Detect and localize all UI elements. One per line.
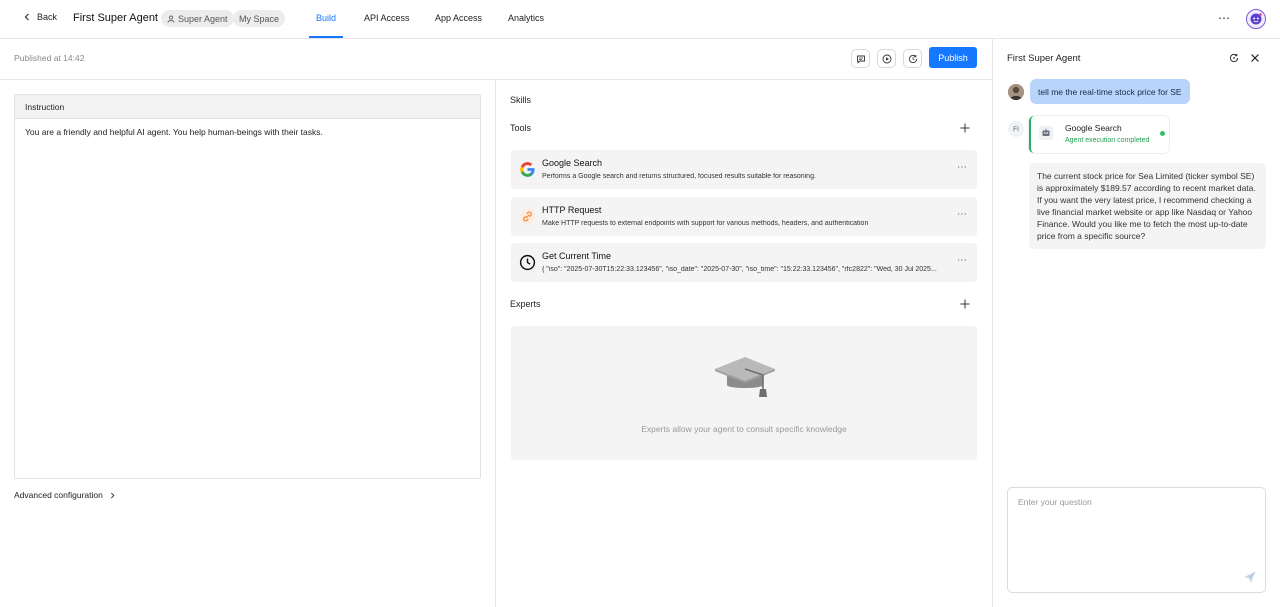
send-icon[interactable] (1243, 571, 1256, 584)
execution-status: Agent execution completed (1065, 137, 1150, 144)
tab-api-access[interactable]: API Access (364, 13, 410, 23)
badge-my-space: My Space (233, 10, 286, 27)
history-button[interactable] (903, 49, 922, 68)
assistant-message: The current stock price for Sea Limited … (1029, 163, 1266, 249)
column-divider (495, 80, 496, 607)
badge-label: Super Agent (178, 13, 228, 24)
badge-super-agent: Super Agent (161, 10, 234, 27)
skills-heading: Skills (510, 95, 532, 105)
publish-button[interactable]: Publish (929, 47, 977, 68)
history-icon (908, 54, 917, 63)
add-expert-button[interactable] (959, 298, 971, 310)
question-input[interactable] (1018, 497, 1253, 567)
chat-input-box[interactable] (1007, 487, 1266, 593)
agent-icon (167, 15, 175, 23)
instruction-header: Instruction (15, 95, 480, 119)
robot-icon (1042, 128, 1050, 136)
badge-label: My Space (239, 13, 280, 24)
tool-icon (1039, 126, 1053, 140)
top-bar: Back First Super Agent Super Agent My Sp… (0, 0, 1280, 39)
tool-description: Make HTTP requests to external endpoints… (542, 220, 869, 227)
user-message: tell me the real-time stock price for SE (1030, 79, 1190, 104)
experts-heading: Experts (510, 299, 541, 309)
instruction-text[interactable]: You are a friendly and helpful AI agent.… (15, 119, 480, 145)
clock-icon (518, 253, 536, 271)
tool-execution-card[interactable]: Google Search Agent execution completed (1029, 116, 1169, 153)
refresh-icon[interactable] (1229, 53, 1239, 63)
advanced-configuration-label: Advanced configuration (14, 490, 103, 500)
advanced-configuration-toggle[interactable]: Advanced configuration (14, 490, 116, 500)
instruction-panel: Instruction You are a friendly and helpf… (14, 94, 481, 479)
graduation-cap-icon (715, 357, 775, 397)
more-options-icon[interactable]: ⋯ (1218, 11, 1231, 25)
status-dot (1160, 131, 1165, 136)
tool-description: { "iso": "2025-07-30T15:22:33.123456", "… (542, 266, 937, 273)
tab-analytics[interactable]: Analytics (508, 13, 544, 23)
chat-title: First Super Agent (1007, 53, 1081, 64)
user-avatar (1008, 84, 1024, 100)
google-icon (518, 160, 536, 178)
add-tool-button[interactable] (959, 122, 971, 134)
tool-card-http-request[interactable]: HTTP Request Make HTTP requests to exter… (511, 197, 977, 236)
more-options-icon[interactable]: ⋯ (957, 162, 968, 173)
tool-name: Google Search (542, 158, 603, 168)
user-avatar-top[interactable] (1246, 9, 1266, 29)
message-icon (856, 55, 865, 64)
tool-name: Get Current Time (542, 251, 612, 261)
publish-bar: Published at 14:42 Publish (0, 39, 992, 80)
tab-build[interactable]: Build (316, 13, 336, 23)
experts-empty-text: Experts allow your agent to consult spec… (641, 424, 847, 434)
play-icon (882, 54, 891, 63)
tab-app-access[interactable]: App Access (435, 13, 482, 23)
chevron-left-icon (24, 13, 29, 21)
close-icon[interactable] (1250, 53, 1260, 63)
chat-panel: First Super Agent tell me the real-time … (992, 39, 1280, 607)
plus-icon (960, 299, 970, 309)
more-options-icon[interactable]: ⋯ (957, 209, 968, 220)
back-label: Back (37, 12, 58, 22)
robot-logo-icon (1250, 13, 1262, 25)
back-button[interactable]: Back (23, 12, 57, 22)
chat-preview-button[interactable] (851, 49, 870, 68)
experts-empty-state: Experts allow your agent to consult spec… (511, 326, 977, 460)
run-button[interactable] (877, 49, 896, 68)
user-photo-icon (1008, 84, 1024, 100)
agent-name: First Super Agent (73, 12, 158, 24)
chevron-right-icon (110, 492, 115, 498)
link-icon (518, 207, 536, 225)
tool-card-google-search[interactable]: Google Search Performs a Google search a… (511, 150, 977, 189)
active-tab-indicator (309, 36, 343, 38)
published-status: Published at 14:42 (14, 53, 85, 63)
execution-tool-name: Google Search (1065, 123, 1122, 133)
tool-card-get-current-time[interactable]: Get Current Time { "iso": "2025-07-30T15… (511, 243, 977, 282)
tool-name: HTTP Request (542, 205, 602, 215)
bot-avatar: FI (1008, 121, 1024, 137)
plus-icon (960, 123, 970, 133)
tools-heading: Tools (510, 123, 532, 133)
more-options-icon[interactable]: ⋯ (957, 255, 968, 266)
tool-description: Performs a Google search and returns str… (542, 173, 816, 180)
